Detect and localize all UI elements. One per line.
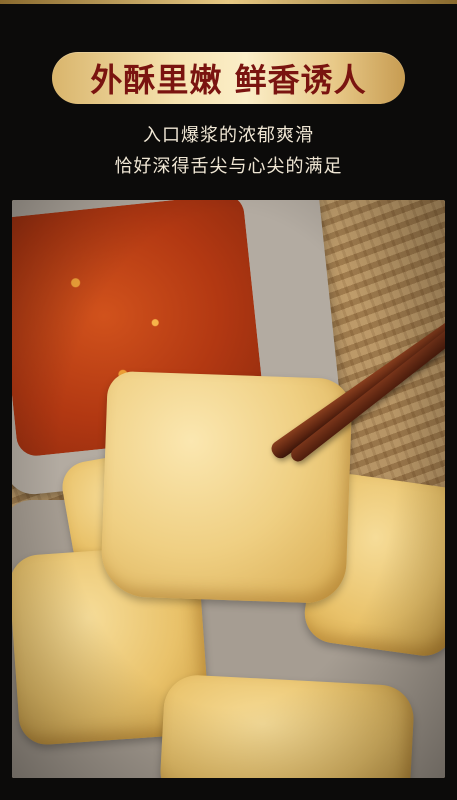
subtitle-line-2: 恰好深得舌尖与心尖的满足 <box>114 156 343 177</box>
subtitle-line-1: 入口爆浆的浓郁爽滑 <box>143 125 314 146</box>
top-gold-rule <box>0 0 457 4</box>
headline-text: 外酥里嫩 鲜香诱人 <box>90 61 367 99</box>
headline-banner: 外酥里嫩 鲜香诱人 <box>52 52 405 104</box>
product-photo <box>12 200 445 778</box>
photo-vignette <box>12 200 445 778</box>
